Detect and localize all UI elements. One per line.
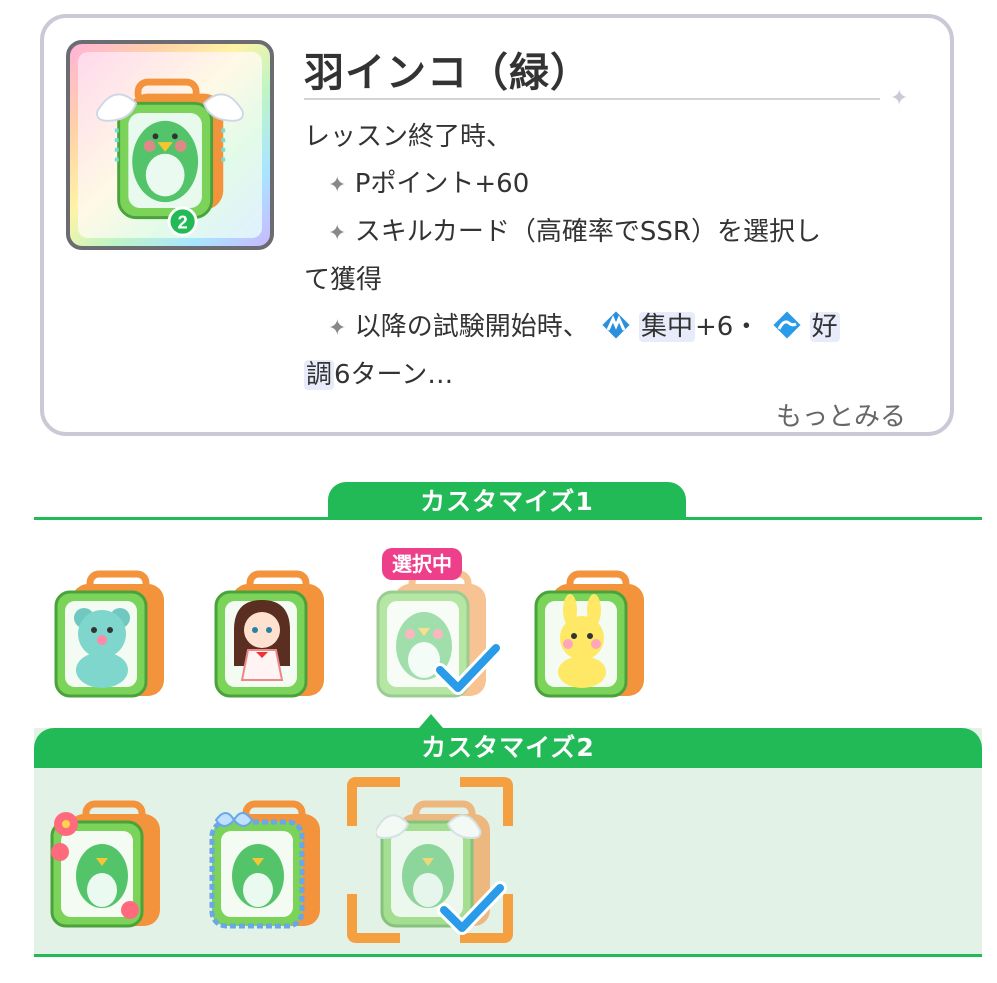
- customize2-header: カスタマイズ2: [34, 728, 982, 768]
- desc-line-4: ✦ 以降の試験開始時、 集中+6・ 好: [304, 304, 919, 352]
- good-condition-term-cont[interactable]: 調: [304, 360, 335, 390]
- bullet-diamond-icon: ✦: [328, 316, 347, 341]
- desc-line-3b: て獲得: [304, 265, 383, 295]
- item-image-frame: 2: [66, 40, 274, 250]
- item-level-text: 2: [177, 211, 187, 232]
- customize1-option-bear[interactable]: [50, 570, 170, 700]
- item-description: レッスン終了時、 ✦ Pポイント+60 ✦ スキルカード（高確率でSSR）を選択…: [304, 114, 919, 399]
- doll-plush-bag-icon: [214, 570, 324, 698]
- desc-line-2: ✦ Pポイント+60: [328, 169, 530, 199]
- customize1-option-doll[interactable]: [210, 570, 330, 700]
- customize2-option-ribbon[interactable]: [206, 800, 326, 930]
- customize2-option-flower[interactable]: [46, 800, 166, 930]
- concentration-buff-icon: [599, 308, 633, 342]
- desc-line-5: 調6ターン…: [304, 360, 454, 390]
- parakeet-backpack-icon: 2: [96, 78, 244, 237]
- bullet-diamond-icon: ✦: [328, 173, 347, 198]
- checkmark-icon: [437, 881, 507, 935]
- customize1-option-bunny[interactable]: [530, 570, 650, 700]
- selected-badge: 選択中: [382, 548, 462, 580]
- checkmark-icon: [433, 641, 503, 695]
- bunny-plush-bag-icon: [534, 570, 644, 698]
- customize1-tab: カスタマイズ1: [328, 482, 686, 520]
- section-pointer: [419, 714, 443, 728]
- title-divider: [304, 98, 880, 100]
- see-more-link[interactable]: もっとみる: [776, 396, 906, 433]
- desc-line-1: レッスン終了時、: [304, 122, 513, 152]
- item-detail-card: 2 羽インコ（緑） ✦ レッスン終了時、 ✦ Pポイント+60 ✦ スキルカード…: [40, 14, 954, 436]
- ribbon-decor-bag-icon: [209, 800, 320, 929]
- customize1-divider: [34, 517, 982, 520]
- sparkle-icon: ✦: [890, 86, 909, 111]
- bullet-diamond-icon: ✦: [328, 221, 347, 246]
- concentration-term[interactable]: 集中: [638, 312, 695, 342]
- desc-line-3: ✦ スキルカード（高確率でSSR）を選択し: [328, 217, 821, 247]
- good-condition-buff-icon: [770, 308, 804, 342]
- good-condition-term[interactable]: 好: [809, 312, 840, 342]
- flower-decor-bag-icon: [50, 800, 160, 928]
- bear-plush-bag-icon: [54, 570, 164, 698]
- item-title: 羽インコ（緑）: [304, 50, 591, 96]
